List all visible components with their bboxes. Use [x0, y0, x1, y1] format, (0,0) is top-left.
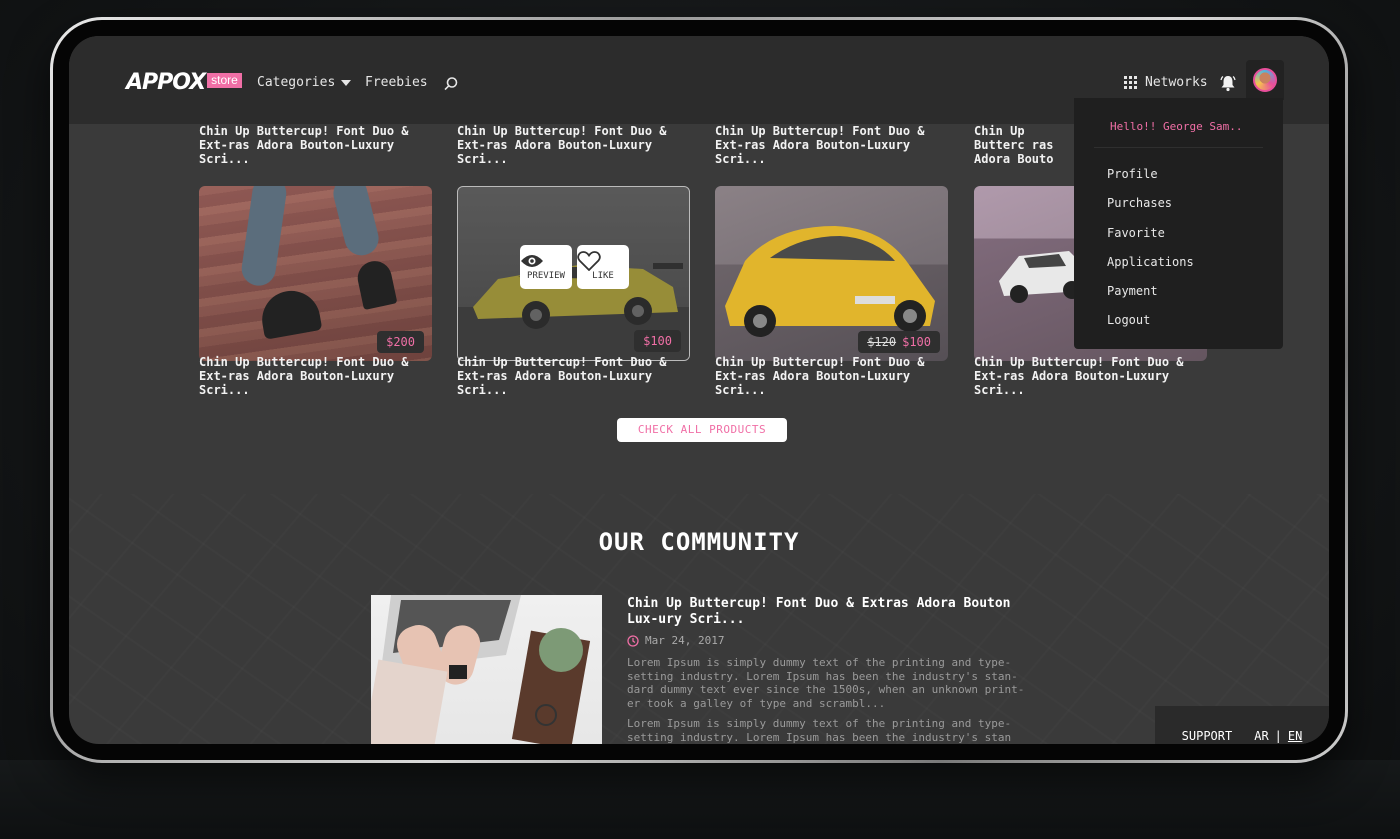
lang-separator: | — [1274, 729, 1282, 743]
dropdown-list: Profile Purchases Favorite Applications … — [1107, 164, 1194, 340]
logo[interactable]: APPOX store — [126, 70, 242, 95]
menu-item-favorite[interactable]: Favorite — [1107, 223, 1194, 252]
logo-badge: store — [207, 73, 242, 88]
like-label: LIKE — [592, 271, 614, 281]
community-heading: OUR COMMUNITY — [598, 528, 800, 556]
dropdown-divider — [1094, 147, 1263, 148]
support-language-bar: SUPPORT AR | EN — [1155, 706, 1329, 744]
product-title-top-3[interactable]: Chin Up Buttercup! Font Duo & Ext-ras Ad… — [715, 124, 951, 166]
product-card-2[interactable]: PREVIEW LIKE $100 — [457, 186, 690, 361]
product-title-2[interactable]: Chin Up Buttercup! Font Duo & Ext-ras Ad… — [457, 355, 693, 397]
post-image[interactable] — [371, 595, 602, 744]
post-title[interactable]: Chin Up Buttercup! Font Duo & Extras Ado… — [627, 596, 1047, 628]
avatar — [1253, 68, 1277, 92]
nav-categories-label: Categories — [257, 75, 336, 90]
lang-en[interactable]: EN — [1288, 729, 1302, 743]
product-image-detail — [257, 286, 323, 340]
post-paragraph-1: Lorem Ipsum is simply dummy text of the … — [627, 656, 1025, 710]
price: $100 — [902, 335, 931, 349]
post-date: Mar 24, 2017 — [627, 634, 724, 647]
product-title-3[interactable]: Chin Up Buttercup! Font Duo & Ext-ras Ad… — [715, 355, 951, 397]
price-tag: $120 $100 — [858, 331, 940, 353]
product-title-4[interactable]: Chin Up Buttercup! Font Duo & Ext-ras Ad… — [974, 355, 1210, 397]
product-image-detail — [239, 186, 289, 288]
nav-freebies[interactable]: Freebies — [365, 75, 428, 90]
chevron-down-icon — [341, 79, 352, 86]
nav-categories[interactable]: Categories — [257, 75, 352, 90]
product-title-top-2[interactable]: Chin Up Buttercup! Font Duo & Ext-ras Ad… — [457, 124, 693, 166]
menu-item-payment[interactable]: Payment — [1107, 281, 1194, 310]
post-date-text: Mar 24, 2017 — [645, 634, 725, 647]
product-image-detail — [354, 257, 398, 311]
laptop-desk-image — [371, 595, 591, 744]
nav-freebies-label: Freebies — [365, 75, 428, 90]
product-card-1[interactable]: $200 — [199, 186, 432, 361]
networks-label: Networks — [1145, 75, 1208, 90]
heart-icon — [577, 251, 601, 271]
tablet-frame: APPOX store Categories Freebies Networks — [50, 17, 1348, 763]
screen: APPOX store Categories Freebies Networks — [69, 36, 1329, 744]
preview-button[interactable]: PREVIEW — [520, 245, 572, 289]
menu-item-purchases[interactable]: Purchases — [1107, 193, 1194, 222]
price-tag: $200 — [377, 331, 424, 353]
product-title-1[interactable]: Chin Up Buttercup! Font Duo & Ext-ras Ad… — [199, 355, 435, 397]
product-card-3[interactable]: $120 $100 — [715, 186, 948, 361]
user-dropdown-menu: Hello!! George Sam.. Profile Purchases F… — [1074, 98, 1283, 349]
logo-text: APPOX — [126, 70, 206, 95]
search-icon[interactable] — [443, 76, 459, 92]
price: $100 — [643, 334, 672, 348]
networks-menu[interactable]: Networks — [1124, 75, 1208, 90]
language-switcher: AR | EN — [1254, 729, 1302, 743]
post-paragraph-2: Lorem Ipsum is simply dummy text of the … — [627, 717, 1012, 744]
bell-icon[interactable] — [1219, 74, 1237, 92]
preview-label: PREVIEW — [527, 271, 565, 281]
background-floor — [0, 760, 1400, 839]
menu-item-logout[interactable]: Logout — [1107, 310, 1194, 339]
like-button[interactable]: LIKE — [577, 245, 629, 289]
old-price: $120 — [867, 335, 897, 349]
support-link[interactable]: SUPPORT — [1182, 729, 1233, 743]
lang-ar[interactable]: AR — [1254, 729, 1268, 743]
user-greeting: Hello!! George Sam.. — [1110, 120, 1243, 133]
product-image-detail — [329, 186, 383, 259]
price-tag: $100 — [634, 330, 681, 352]
check-all-products-button[interactable]: CHECK ALL PRODUCTS — [617, 418, 787, 442]
grid-icon — [1124, 76, 1137, 89]
clock-icon — [627, 634, 639, 647]
tablet-bezel: APPOX store Categories Freebies Networks — [53, 20, 1345, 760]
menu-item-applications[interactable]: Applications — [1107, 252, 1194, 281]
eye-icon — [521, 255, 543, 267]
user-avatar-button[interactable] — [1246, 60, 1284, 100]
price: $200 — [386, 335, 415, 349]
product-title-top-4[interactable]: Chin Up Butterc ras Adora Bouto — [974, 124, 1074, 166]
product-title-top-1[interactable]: Chin Up Buttercup! Font Duo & Ext-ras Ad… — [199, 124, 435, 166]
menu-item-profile[interactable]: Profile — [1107, 164, 1194, 193]
